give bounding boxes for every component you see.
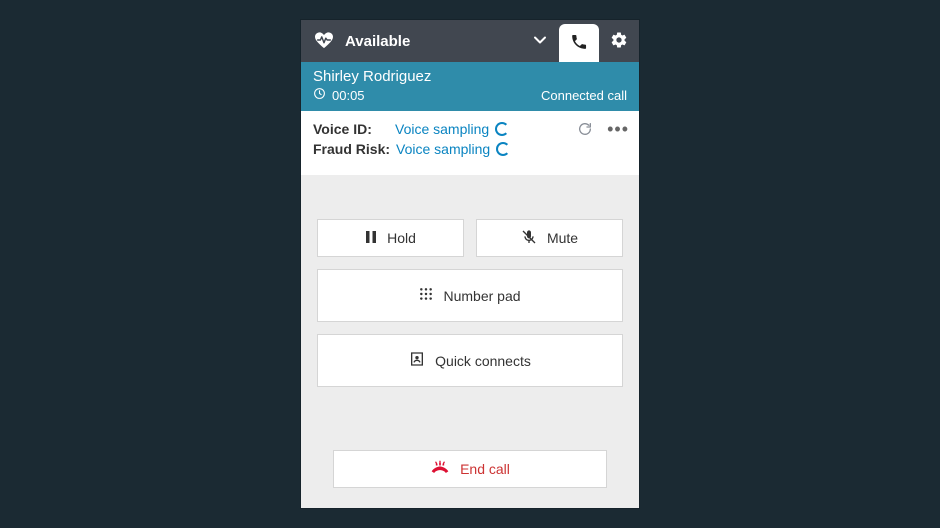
fraud-risk-value: Voice sampling	[396, 141, 490, 157]
voice-id-value: Voice sampling	[395, 121, 489, 137]
hangup-icon	[430, 460, 450, 479]
heartbeat-icon	[313, 31, 335, 52]
number-pad-label: Number pad	[443, 288, 520, 304]
gear-icon	[610, 31, 628, 52]
chevron-down-icon	[533, 33, 547, 50]
voice-status-bar: Voice ID: Voice sampling Fraud Risk: Voi…	[301, 111, 639, 175]
mute-button[interactable]: Mute	[476, 219, 623, 257]
call-controls: Hold Mute Number pad Q	[301, 175, 639, 450]
refresh-button[interactable]	[577, 121, 593, 137]
call-timer: 00:05	[332, 88, 365, 103]
fraud-risk-label: Fraud Risk:	[313, 141, 390, 157]
number-pad-button[interactable]: Number pad	[317, 269, 623, 322]
mute-label: Mute	[547, 230, 578, 246]
phone-icon	[570, 33, 588, 54]
pause-icon	[365, 230, 377, 247]
call-state-label: Connected call	[541, 88, 627, 103]
dialpad-icon	[419, 287, 433, 304]
end-call-label: End call	[460, 461, 510, 477]
more-options-button[interactable]: •••	[607, 124, 629, 134]
contact-name: Shirley Rodriguez	[313, 68, 627, 85]
phone-tab[interactable]	[559, 24, 599, 62]
agent-status-label: Available	[345, 33, 410, 50]
end-call-button[interactable]: End call	[333, 450, 607, 488]
contacts-icon	[409, 351, 425, 370]
hold-label: Hold	[387, 230, 416, 246]
hold-button[interactable]: Hold	[317, 219, 464, 257]
mute-icon	[521, 229, 537, 248]
ccp-panel: Available Shirley Rodriguez 00:05	[301, 20, 639, 508]
top-bar: Available	[301, 20, 639, 62]
clock-icon	[313, 87, 326, 103]
agent-status-dropdown[interactable]: Available	[301, 20, 559, 62]
contact-header: Shirley Rodriguez 00:05 Connected call	[301, 62, 639, 111]
settings-button[interactable]	[599, 20, 639, 62]
quick-connects-button[interactable]: Quick connects	[317, 334, 623, 387]
voice-id-label: Voice ID:	[313, 121, 389, 137]
quick-connects-label: Quick connects	[435, 353, 531, 369]
spinner-icon	[496, 142, 510, 156]
spinner-icon	[495, 122, 509, 136]
